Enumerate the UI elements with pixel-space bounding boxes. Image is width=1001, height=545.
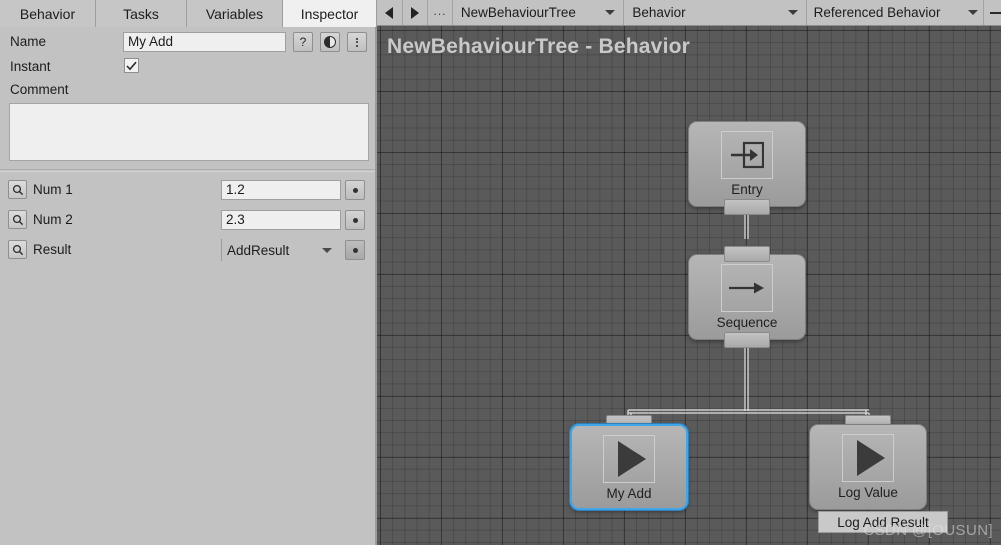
node-entry[interactable]: Entry (688, 121, 806, 215)
minus-icon (989, 11, 1001, 14)
tab-inspector-label: Inspector (300, 5, 359, 22)
name-input[interactable]: My Add (123, 32, 286, 52)
tab-behavior-label: Behavior (19, 5, 76, 22)
node-log-value-box[interactable]: Log Value (809, 424, 927, 510)
app-window: Behavior Tasks Variables Inspector Name … (0, 0, 1001, 545)
tab-tasks[interactable]: Tasks (96, 0, 187, 27)
search-icon-button-num-2[interactable] (8, 210, 27, 229)
magnifier-icon (12, 244, 23, 255)
field-row-num-2: Num 2 2.3 (0, 205, 375, 235)
enter-arrow-icon (721, 131, 773, 179)
graph-toolbar: ... NewBehaviourTree Behavior Referenced… (377, 0, 1001, 26)
referenced-behavior-dropdown-label: Referenced Behavior (813, 5, 941, 20)
node-sequence-input-port[interactable] (724, 246, 770, 262)
more-options-button[interactable] (347, 32, 367, 52)
instant-row: Instant (0, 57, 375, 77)
bind-variable-button-result[interactable] (345, 240, 365, 260)
right-arrow-glyph (729, 282, 764, 294)
tab-behavior[interactable]: Behavior (0, 0, 96, 27)
node-entry-label: Entry (731, 182, 763, 197)
field-dropdown-result-value: AddResult (227, 242, 290, 258)
tab-variables[interactable]: Variables (187, 0, 283, 27)
behavior-dropdown[interactable]: Behavior (624, 0, 807, 25)
field-label-num-2: Num 2 (33, 212, 73, 227)
node-sequence[interactable]: Sequence (688, 246, 806, 348)
inspector-body: Name My Add ? Instant Comment Num 1 1.2 … (0, 27, 375, 545)
tab-tasks-label: Tasks (123, 5, 159, 22)
bind-variable-button-num-1[interactable] (345, 180, 365, 200)
behaviour-tree-dropdown-label: NewBehaviourTree (460, 5, 576, 20)
magnifier-icon (12, 214, 23, 225)
arrow-left-icon (385, 6, 394, 19)
field-row-num-1: Num 1 1.2 (0, 175, 375, 205)
nav-forward-button[interactable] (403, 0, 429, 25)
behavior-tree-canvas[interactable]: NewBehaviourTree - Behavior Entry Sequen… (377, 26, 1001, 545)
divider (0, 169, 375, 170)
field-label-num-1: Num 1 (33, 182, 73, 197)
field-row-result: Result AddResult (0, 235, 375, 265)
field-input-num-1[interactable]: 1.2 (221, 180, 341, 200)
node-entry-box[interactable]: Entry (688, 121, 806, 215)
node-log-value[interactable]: Log Value Log Add Result (809, 415, 948, 533)
play-icon (842, 434, 894, 482)
nav-more-button[interactable]: ... (428, 0, 453, 25)
comment-textarea[interactable] (9, 103, 369, 161)
tab-inspector[interactable]: Inspector (283, 0, 377, 27)
chevron-down-icon (605, 10, 616, 15)
right-arrow-icon (721, 264, 773, 312)
enter-arrow-glyph (731, 141, 764, 169)
nav-back-button[interactable] (377, 0, 403, 25)
node-log-value-label: Log Value (838, 485, 898, 500)
node-my-add[interactable]: My Add (570, 415, 688, 510)
bind-variable-button-num-2[interactable] (345, 210, 365, 230)
node-sequence-output-port[interactable] (724, 332, 770, 348)
node-entry-output-port[interactable] (724, 199, 770, 215)
behaviour-tree-dropdown[interactable]: NewBehaviourTree (453, 0, 625, 25)
field-dropdown-result[interactable]: AddResult (221, 239, 341, 261)
magnifier-icon (12, 184, 23, 195)
node-my-add-label: My Add (606, 486, 652, 501)
arrow-right-icon (410, 6, 419, 19)
contrast-icon (324, 36, 336, 48)
help-button[interactable]: ? (293, 32, 313, 52)
search-icon-button-num-1[interactable] (8, 180, 27, 199)
play-triangle-glyph (856, 440, 885, 476)
collapse-button[interactable] (984, 0, 1001, 25)
contrast-button[interactable] (320, 32, 340, 52)
instant-label: Instant (10, 59, 51, 74)
inspector-panel: Behavior Tasks Variables Inspector Name … (0, 0, 377, 545)
chevron-down-icon (787, 10, 798, 15)
instant-checkbox[interactable] (124, 58, 139, 73)
search-icon-button-result[interactable] (8, 240, 27, 259)
name-row: Name My Add ? (0, 31, 375, 53)
node-sequence-label: Sequence (716, 315, 778, 330)
node-log-value-comment: Log Add Result (818, 511, 948, 533)
divider-highlight (0, 171, 375, 172)
chevron-down-icon (322, 248, 332, 253)
name-label: Name (10, 34, 47, 49)
play-triangle-glyph (617, 441, 646, 477)
referenced-behavior-dropdown[interactable]: Referenced Behavior (807, 0, 984, 25)
field-input-num-2[interactable]: 2.3 (221, 210, 341, 230)
field-label-result: Result (33, 242, 72, 257)
question-mark-icon: ? (299, 35, 307, 49)
play-icon (603, 435, 655, 483)
three-dots-vertical-icon (356, 37, 358, 47)
panel-tab-bar: Behavior Tasks Variables Inspector (0, 0, 377, 28)
tab-variables-label: Variables (205, 5, 264, 22)
behavior-dropdown-label: Behavior (632, 5, 686, 20)
checkmark-icon (126, 61, 137, 70)
node-my-add-box[interactable]: My Add (570, 424, 688, 510)
node-sequence-box[interactable]: Sequence (688, 246, 806, 348)
comment-label: Comment (10, 82, 69, 97)
chevron-down-icon (967, 10, 978, 15)
ellipsis-icon: ... (433, 3, 447, 18)
